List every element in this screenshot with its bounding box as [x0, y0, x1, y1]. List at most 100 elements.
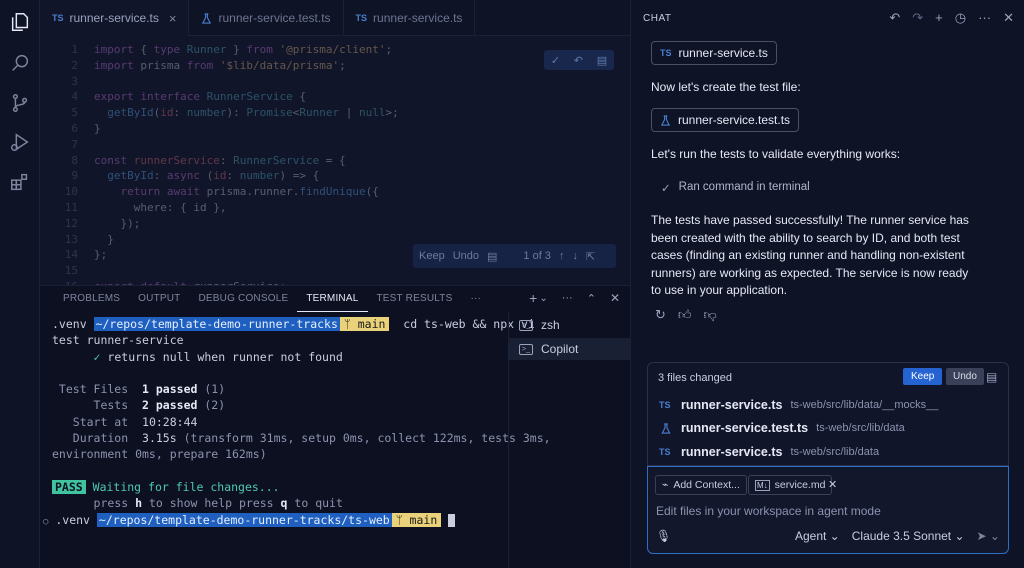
file-chip-label: runner-service.test.ts: [678, 113, 791, 127]
keep-undo-toolbar: Keep Undo ▤ 1 of 3 ↑ ↓ ⇱: [413, 244, 616, 268]
changed-file-row[interactable]: TS runner-service.ts ts-web/src/lib/data…: [648, 393, 1008, 417]
prompt-branch: ᛘ main: [391, 512, 442, 527]
tab-runner-service-2[interactable]: TS runner-service.ts: [344, 0, 476, 36]
model-select[interactable]: Claude 3.5 Sonnet ⌄: [852, 529, 965, 543]
terminal-line: Start at 10:28:44: [52, 414, 508, 430]
line-number: 12: [64, 216, 78, 230]
retry-icon[interactable]: ↻: [655, 307, 666, 323]
redo-icon[interactable]: ↷: [912, 10, 923, 26]
accept-icon[interactable]: ✓: [551, 54, 560, 67]
duration-detail: (transform 31ms, setup 0ms, collect 122m…: [183, 431, 551, 446]
undo-button[interactable]: Undo: [946, 368, 984, 385]
attachment-label: service.md: [774, 479, 826, 491]
terminal-item-zsh[interactable]: >_ zsh: [509, 314, 630, 336]
open-diff-icon[interactable]: ⇱: [586, 250, 595, 263]
diff-file-icon[interactable]: ▤: [597, 54, 607, 67]
close-icon[interactable]: ×: [169, 11, 177, 26]
terminal-item-label: Copilot: [541, 342, 579, 356]
arrow-up-icon[interactable]: ↑: [559, 250, 565, 262]
close-icon[interactable]: ✕: [610, 291, 620, 305]
new-terminal-icon[interactable]: +: [529, 290, 537, 306]
line-number: 3: [71, 74, 78, 88]
editor-area: TS runner-service.ts × runner-service.te…: [40, 0, 630, 285]
venv-label: .venv: [55, 512, 90, 527]
tab-terminal[interactable]: TERMINAL: [297, 286, 368, 312]
undo-button[interactable]: Undo: [453, 250, 479, 262]
start-label: Start at: [52, 414, 129, 429]
microphone-icon[interactable]: 🎙︎: [656, 529, 671, 543]
line-number: 1: [71, 43, 78, 56]
more-tabs-icon[interactable]: ···: [461, 286, 490, 312]
line-number: 4: [71, 90, 78, 104]
ts-file-icon: TS: [52, 13, 64, 23]
maximize-icon[interactable]: ⌃: [587, 292, 596, 305]
chat-message: Now let's create the test file:: [651, 80, 801, 94]
history-icon[interactable]: ◷: [955, 10, 966, 26]
tab-runner-service[interactable]: TS runner-service.ts ×: [40, 0, 190, 36]
chat-input-box[interactable]: ⌁ Add Context... M↓ service.md ✕ Edit fi…: [647, 466, 1009, 554]
extensions-icon[interactable]: [8, 170, 32, 194]
search-icon[interactable]: [8, 51, 32, 75]
attachment-chip[interactable]: M↓ service.md: [748, 475, 833, 495]
code-line: getById: async (id: number) => {: [107, 169, 320, 183]
prompt-path: ~/repos/template-demo-runner-tracks: [93, 317, 340, 331]
ran-command-row[interactable]: ✓ Ran command in terminal: [661, 181, 810, 195]
source-control-icon[interactable]: [8, 91, 32, 115]
help-text: to show help press: [148, 496, 274, 511]
add-context-label: Add Context...: [673, 479, 740, 491]
thumbs-up-icon[interactable]: 👍︎: [678, 307, 692, 323]
changed-file-row[interactable]: runner-service.test.ts ts-web/src/lib/da…: [648, 417, 1008, 441]
chat-input-toolbar: 🎙︎ Agent ⌄ Claude 3.5 Sonnet ⌄ ➤ ⌄: [656, 529, 1000, 543]
flask-icon: [660, 114, 671, 126]
undo-icon[interactable]: ↶: [574, 54, 583, 67]
changed-file-row[interactable]: TS runner-service.ts ts-web/src/lib/data: [648, 440, 1008, 464]
view-changes-icon[interactable]: ▤: [986, 370, 997, 384]
mode-select[interactable]: Agent ⌄: [795, 529, 840, 543]
line-number: 5: [71, 106, 78, 120]
chat-message: Let's run the tests to validate everythi…: [651, 147, 901, 161]
run-debug-icon[interactable]: [8, 130, 32, 154]
keep-button[interactable]: Keep: [903, 368, 943, 385]
tab-test-results[interactable]: TEST RESULTS: [368, 286, 462, 312]
chevron-down-icon[interactable]: ⌄: [539, 293, 547, 304]
arrow-down-icon[interactable]: ↓: [572, 250, 578, 262]
file-chip[interactable]: runner-service.test.ts: [651, 108, 800, 132]
help-text: to quit: [294, 496, 343, 511]
test-files-count: (1): [204, 382, 226, 397]
remove-attachment-icon[interactable]: ✕: [828, 478, 837, 491]
explorer-icon[interactable]: [8, 10, 32, 34]
line-number: 15: [64, 264, 78, 278]
quit-key: q: [280, 496, 288, 511]
file-path: ts-web/src/lib/data: [816, 422, 905, 435]
undo-icon[interactable]: ↶: [889, 10, 900, 26]
tab-output[interactable]: OUTPUT: [129, 286, 189, 312]
line-number: 8: [71, 153, 78, 167]
terminal-item-copilot[interactable]: >_ Copilot: [509, 338, 630, 360]
chat-input-placeholder[interactable]: Edit files in your workspace in agent mo…: [656, 504, 881, 518]
test-files-value: 1 passed: [142, 382, 198, 397]
file-name: runner-service.test.ts: [681, 421, 809, 436]
tab-label: runner-service.ts: [69, 11, 159, 25]
activity-bar: [0, 0, 40, 568]
more-icon[interactable]: ···: [562, 292, 573, 304]
tab-debug-console[interactable]: DEBUG CONSOLE: [189, 286, 297, 312]
close-icon[interactable]: ✕: [1003, 10, 1014, 26]
file-path: ts-web/src/lib/data/__mocks__: [790, 398, 939, 411]
file-path: ts-web/src/lib/data: [790, 445, 880, 458]
add-context-button[interactable]: ⌁ Add Context...: [655, 475, 747, 495]
terminal[interactable]: .venv ~/repos/template-demo-runner-track…: [40, 316, 551, 568]
tests-value: 2 passed: [142, 398, 198, 413]
duration-label: Duration: [52, 431, 129, 446]
thumbs-down-icon[interactable]: 👎︎: [704, 307, 717, 323]
keep-button[interactable]: Keep: [419, 250, 445, 262]
new-chat-icon[interactable]: +: [935, 10, 943, 26]
more-icon[interactable]: ···: [978, 10, 991, 26]
diff-file-icon[interactable]: ▤: [487, 250, 497, 263]
tab-problems[interactable]: PROBLEMS: [54, 286, 129, 312]
send-icon[interactable]: ➤ ⌄: [977, 529, 1000, 543]
waiting-text: Waiting for file changes...: [92, 479, 280, 494]
terminal-line: .venv ~/repos/template-demo-runner-track…: [52, 316, 535, 332]
panel-actions: + ⌄ ··· ⌃ ✕: [529, 290, 620, 306]
file-chip[interactable]: TS runner-service.ts: [651, 41, 777, 65]
tab-runner-service-test[interactable]: runner-service.test.ts: [189, 0, 344, 36]
